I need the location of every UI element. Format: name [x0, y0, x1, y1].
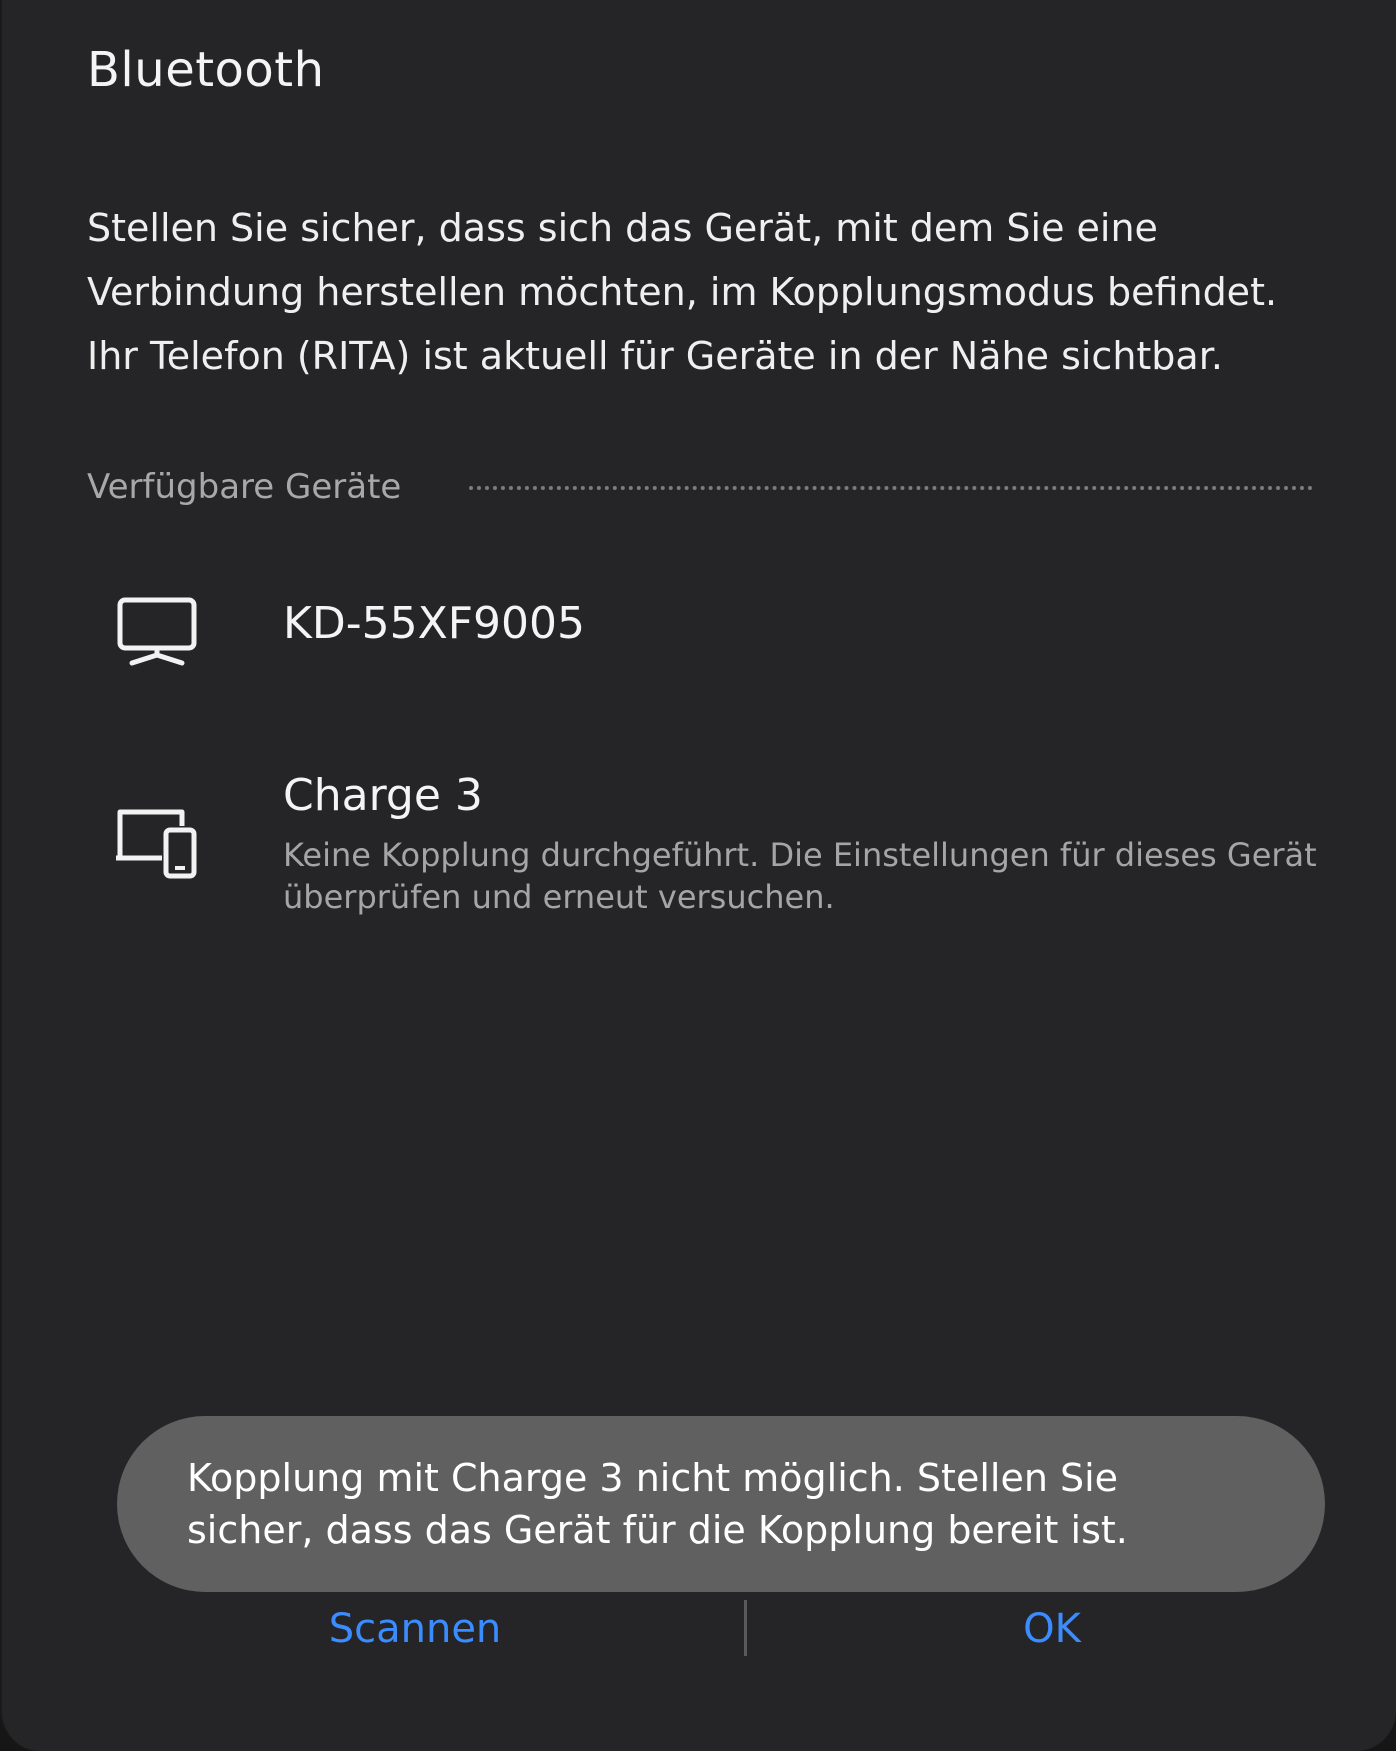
toast-message: Kopplung mit Charge 3 nicht möglich. Ste… [187, 1456, 1128, 1552]
available-devices-header: Verfügbare Geräte [87, 462, 1313, 512]
device-name: KD-55XF9005 [283, 598, 586, 649]
button-divider [744, 1600, 747, 1656]
section-label: Verfügbare Geräte [87, 467, 402, 507]
error-toast: Kopplung mit Charge 3 nicht möglich. Ste… [117, 1416, 1325, 1592]
scanning-indicator [469, 486, 1313, 490]
bluetooth-dialog: Bluetooth Stellen Sie sicher, dass sich … [0, 0, 1396, 1751]
device-item-charge3[interactable]: Charge 3 Keine Kopplung durchgeführt. Di… [2, 760, 1396, 930]
device-item-tv[interactable]: KD-55XF9005 [2, 570, 1396, 680]
scan-button[interactable]: Scannen [215, 1596, 615, 1662]
dialog-title: Bluetooth [87, 42, 325, 98]
devices-icon [112, 800, 202, 890]
device-status: Keine Kopplung durchgeführt. Die Einstel… [283, 836, 1317, 916]
dialog-buttons: Scannen OK [2, 1596, 1396, 1662]
device-name: Charge 3 [283, 770, 483, 821]
dialog-description: Stellen Sie sicher, dass sich das Gerät,… [87, 206, 1278, 378]
ok-button[interactable]: OK [852, 1596, 1252, 1662]
tv-icon [112, 580, 202, 670]
